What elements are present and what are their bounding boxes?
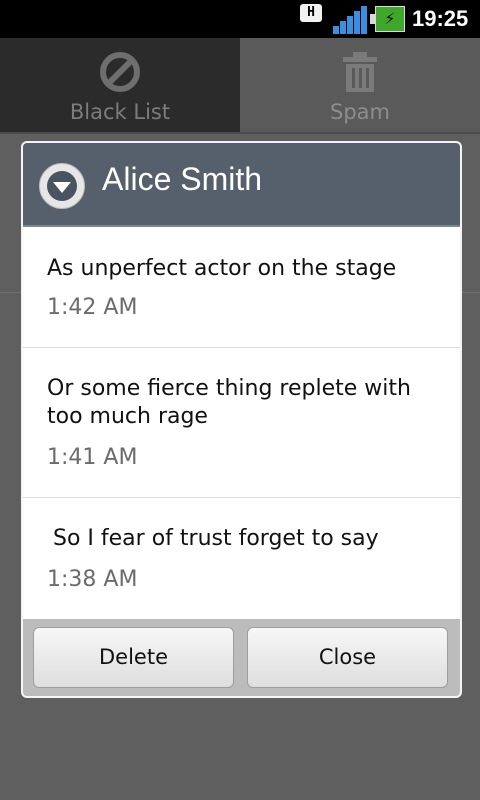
close-button[interactable]: Close (247, 627, 448, 688)
tab-spam[interactable]: Spam (240, 38, 480, 132)
message-time: 1:42 AM (47, 295, 138, 320)
delete-button[interactable]: Delete (33, 627, 234, 688)
chevron-down-circle-icon (39, 163, 85, 209)
message-text: Or some fierce thing replete with too mu… (47, 376, 411, 429)
message-text: So I fear of trust forget to say (53, 526, 379, 551)
message-time: 1:38 AM (47, 567, 138, 592)
battery-charging-icon: ⚡ (370, 6, 406, 32)
message-dialog: Alice Smith As unperfect actor on the st… (21, 141, 462, 698)
list-item[interactable]: Or some fierce thing replete with too mu… (23, 348, 460, 498)
hspa-indicator: H (300, 4, 322, 22)
dialog-title: Alice Smith (102, 161, 263, 197)
tab-bar: Black List Spam (0, 38, 480, 132)
tab-label: Black List (69, 100, 171, 124)
dialog-button-bar: Delete Close (23, 619, 460, 696)
trash-icon (343, 52, 377, 92)
message-time: 1:41 AM (47, 445, 138, 470)
status-bar: H ⚡ 19:25 (0, 0, 480, 38)
block-icon (100, 52, 140, 92)
dialog-header: Alice Smith (23, 143, 460, 227)
message-list: As unperfect actor on the stage 1:42 AM … (23, 227, 460, 619)
list-item[interactable]: As unperfect actor on the stage 1:42 AM (23, 227, 460, 348)
status-time: 19:25 (412, 6, 469, 31)
divider (0, 132, 480, 134)
message-text: As unperfect actor on the stage (47, 256, 397, 281)
list-item[interactable]: So I fear of trust forget to say 1:38 AM (23, 498, 460, 619)
tab-black-list[interactable]: Black List (0, 38, 240, 132)
signal-strength-icon (333, 6, 367, 34)
tab-label: Spam (330, 100, 390, 124)
